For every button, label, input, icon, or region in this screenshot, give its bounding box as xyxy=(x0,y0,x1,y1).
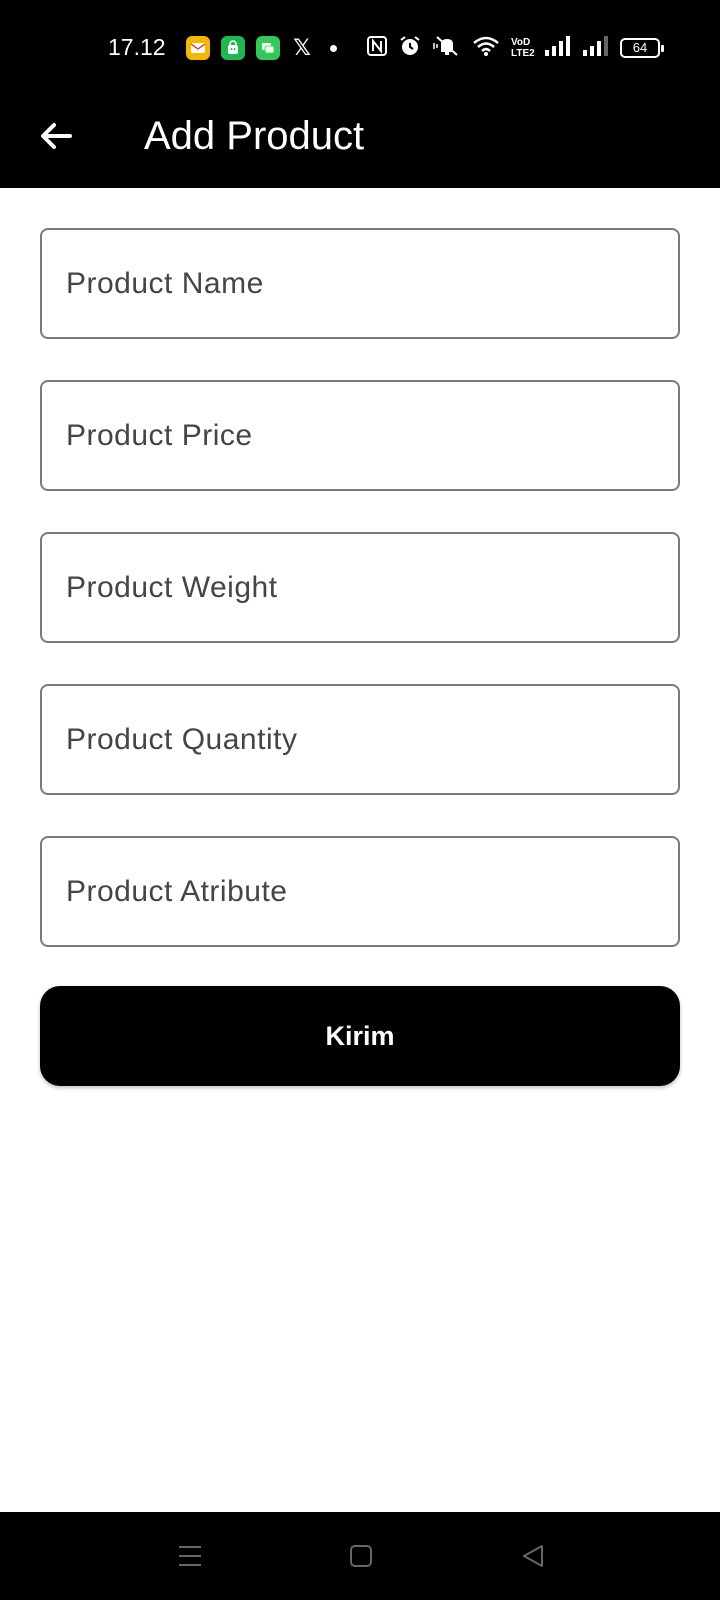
status-time: 17.12 xyxy=(108,34,166,60)
nfc-icon xyxy=(366,35,388,62)
product-name-field[interactable] xyxy=(40,228,680,339)
tokopedia-icon xyxy=(221,36,245,60)
product-price-input[interactable] xyxy=(66,418,678,453)
wifi-icon xyxy=(472,34,500,63)
chat-app-icon xyxy=(256,36,280,60)
muted-icon xyxy=(432,34,462,63)
arrow-left-icon xyxy=(41,123,72,149)
system-icons: VoD LTE2 64 xyxy=(366,34,664,63)
product-weight-field[interactable] xyxy=(40,532,680,643)
menu-icon xyxy=(179,1546,201,1566)
add-product-form: Kirim xyxy=(40,228,680,1086)
home-icon xyxy=(350,1545,372,1567)
submit-button[interactable]: Kirim xyxy=(40,986,680,1086)
product-attribute-input[interactable] xyxy=(66,874,678,909)
recent-apps-button[interactable] xyxy=(170,1536,210,1576)
product-attribute-field[interactable] xyxy=(40,836,680,947)
signal-icon-2 xyxy=(582,35,610,62)
alarm-icon xyxy=(398,34,422,63)
mail-app-icon xyxy=(186,36,210,60)
battery-icon: 64 xyxy=(620,38,664,58)
product-price-field[interactable] xyxy=(40,380,680,491)
back-triangle-icon xyxy=(523,1545,543,1567)
system-nav-bar xyxy=(0,1512,720,1600)
product-quantity-input[interactable] xyxy=(66,722,678,757)
home-button[interactable] xyxy=(341,1536,381,1576)
product-weight-input[interactable] xyxy=(66,570,678,605)
x-icon: 𝕏 xyxy=(293,35,311,60)
svg-text:VoD: VoD xyxy=(511,37,530,48)
product-quantity-field[interactable] xyxy=(40,684,680,795)
product-name-input[interactable] xyxy=(66,266,678,301)
back-button[interactable] xyxy=(30,110,82,162)
volte-icon: VoD LTE2 xyxy=(510,34,535,63)
notification-dot-icon xyxy=(330,44,337,52)
status-bar: 17.12 𝕏 VoD LTE2 64 xyxy=(0,0,720,96)
app-bar: Add Product xyxy=(0,96,720,188)
page-title: Add Product xyxy=(144,114,365,158)
system-back-button[interactable] xyxy=(513,1536,553,1576)
signal-icon xyxy=(544,35,572,62)
svg-text:LTE2: LTE2 xyxy=(511,48,534,58)
notification-icons: 𝕏 xyxy=(186,36,337,60)
